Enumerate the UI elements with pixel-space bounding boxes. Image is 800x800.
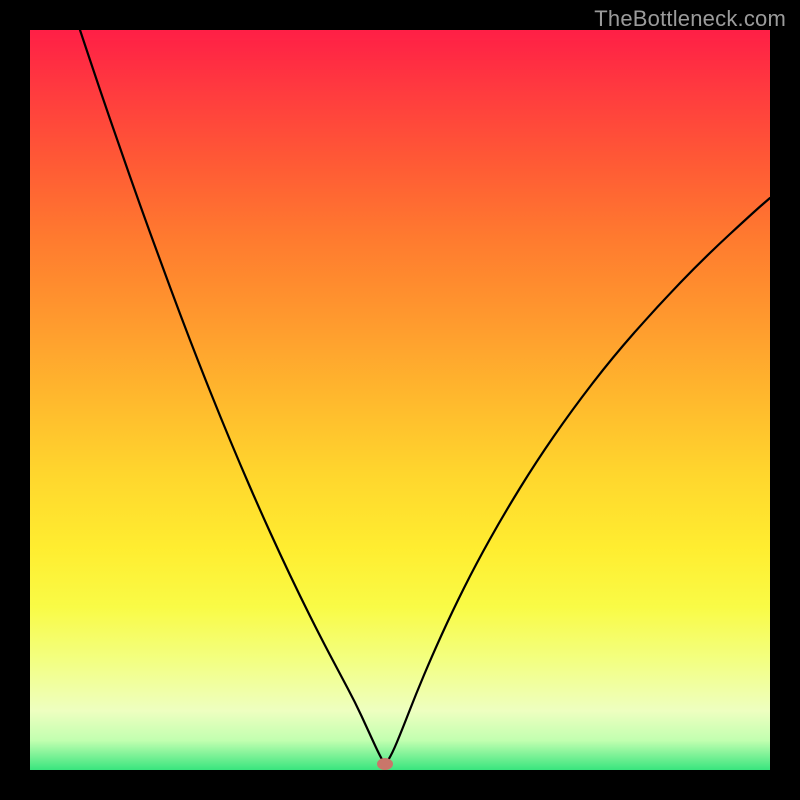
watermark-text: TheBottleneck.com [594,6,786,32]
optimal-marker [377,758,393,770]
plot-area [30,30,770,770]
bottleneck-curve [80,30,770,762]
curve-svg [30,30,770,770]
outer-frame: TheBottleneck.com [0,0,800,800]
